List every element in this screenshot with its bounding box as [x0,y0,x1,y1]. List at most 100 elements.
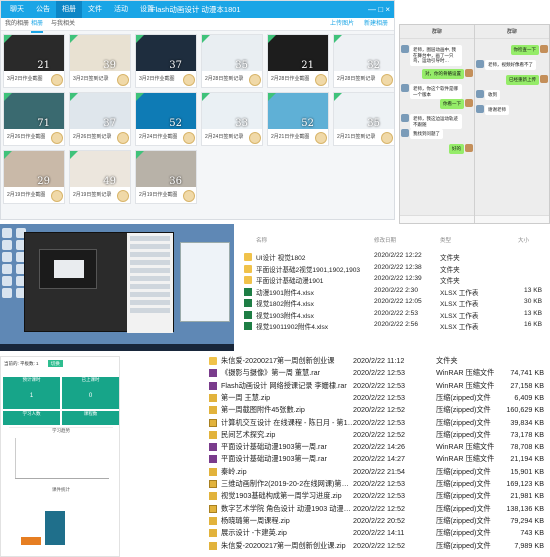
file-name: 视觉1903基础构成第一周学习进度.zip [221,491,342,501]
subtab-related[interactable]: 与我相关 [51,18,75,31]
file-row[interactable]: 杨晓璐第一周课程.zip 2020/2/22 20:52 压缩(zipped)文件 7… [203,516,550,527]
album-photo[interactable]: 39 3月2日签到记录 [69,34,131,88]
photo-caption: 3月2日签到记录 [73,76,109,82]
tab-album[interactable]: 相册 [56,1,82,18]
file-row[interactable]: 朱信爱-20200217第一周创新创业课.zip 2020/2/22 12:52 压… [203,541,550,552]
photo-thumbnail [334,93,394,129]
file-date: 2020/2/22 12:38 [374,263,422,271]
photo-count: 33 [235,118,248,129]
file-row[interactable]: 视觉1903附件4.xlsx 2020/2/22 2:53 XLSX 工作表 13 K… [238,310,550,321]
photo-caption: 2月26日签到记录 [73,134,112,140]
chat-avatar[interactable] [401,84,409,92]
album-photo[interactable]: 21 2月28日作业截图 [267,34,329,88]
desktop-icon[interactable] [2,228,12,238]
desktop-icon[interactable] [2,288,12,298]
chat-avatar[interactable] [401,129,409,137]
album-photo[interactable]: 36 2月19日作业截图 [135,150,197,204]
album-photo[interactable]: 49 2月19日签到记录 [69,150,131,204]
subtab-albums[interactable]: 相册 [31,18,44,33]
album-photo[interactable]: 21 3月2日作业截图 [3,34,65,88]
photo-thumbnail [334,35,394,71]
chat-avatar[interactable] [401,114,409,122]
tab-files[interactable]: 文件 [82,1,108,18]
zip-file-icon [209,492,217,501]
chat-avatar[interactable] [401,45,409,53]
chat-avatar[interactable] [476,105,484,113]
file-size: 39,834 KB [510,417,544,427]
file-row[interactable]: 动漫1901附件4.xlsx 2020/2/22 2:30 XLSX 工作表 13 K… [238,287,550,298]
tab-activity[interactable]: 活动 [108,1,134,18]
zip-file-icon [209,467,217,476]
chat-avatar[interactable] [476,60,484,68]
avatar [381,132,393,144]
col-size[interactable]: 大小 [518,236,529,244]
tab-notice[interactable]: 公告 [30,1,56,18]
col-date[interactable]: 修改日期 [374,236,396,244]
file-row[interactable]: 朱信爱-20200217第一周创新创业课 2020/2/22 11:12 文件夹 [203,356,550,367]
album-photo[interactable]: 35 2月28日签到记录 [201,34,263,88]
file-row[interactable]: 三维动画制作2(2019-20-2在线网课)第… 2020/2/22 12:53 压… [203,479,550,490]
avatar [315,132,327,144]
file-row[interactable]: 平面设计基础2视觉1901,1902,1903 2020/2/22 12:38 文件… [238,264,550,275]
album-photo[interactable]: 52 2月21日作业截图 [267,92,329,146]
file-row[interactable]: 第一周截图附件45张數.zip 2020/2/22 12:52 压缩(zipped)… [203,405,550,416]
file-row[interactable]: 民间艺术探究.zip 2020/2/22 12:52 压缩(zipped)文件 73,… [203,430,550,441]
desktop-icon[interactable] [2,276,12,286]
album-photo[interactable]: 32 2月28日签到记录 [333,34,394,88]
corner-badge [70,151,78,159]
chat-avatar[interactable] [465,99,473,107]
new-album-button[interactable]: 新建相册 [364,18,388,31]
file-name: 展示设计 -卞建英.zip [221,528,287,538]
chat-avatar[interactable] [540,75,548,83]
desktop-icon[interactable] [2,240,12,250]
chat-avatar[interactable] [465,144,473,152]
chat-avatar[interactable] [540,45,548,53]
file-type: XLSX 工作表 [440,312,479,320]
tab-chat[interactable]: 聊天 [4,1,30,18]
window-controls[interactable]: — □ × [368,1,390,18]
corner-badge [70,35,78,43]
photo-caption: 2月21日作业截图 [271,134,310,140]
desktop-icon[interactable] [2,252,12,262]
file-type: 压缩(zipped)文件 [436,540,491,550]
album-photo[interactable]: 29 2月19日作业截图 [3,150,65,204]
file-row[interactable]: 秦岭.zip 2020/2/22 21:54 压缩(zipped)文件 15,901 … [203,467,550,478]
file-row[interactable]: 视觉19011902附件4.xlsx 2020/2/22 2:56 XLSX 工作表… [238,321,550,332]
chat-avatar[interactable] [465,69,473,77]
desktop-icon[interactable] [2,264,12,274]
file-type: WinRAR 压缩文件 [436,454,495,464]
photo-caption: 2月19日签到记录 [73,192,112,198]
col-name[interactable]: 名称 [256,236,267,244]
switch-badge[interactable]: 切换 [47,360,63,367]
file-row[interactable]: 视觉1903基础构成第一周学习进度.zip 2020/2/22 12:53 压缩(z… [203,491,550,502]
album-photo[interactable]: 71 2月26日作业截图 [3,92,65,146]
file-row[interactable]: 计算机交互设计 在线课程 - 陈日月 - 第1… 2020/2/22 12:53 压… [203,418,550,429]
col-type[interactable]: 类型 [440,236,451,244]
file-name: 数字艺术学院 角色设计 动漫1903 动漫… [221,503,351,513]
file-row[interactable]: 第一周 王慧.zip 2020/2/22 12:53 压缩(zipped)文件 6,4… [203,393,550,404]
file-row[interactable]: 视觉1802附件4.xlsx 2020/2/22 12:05 XLSX 工作表 30 … [238,298,550,309]
file-row[interactable]: 平面设计基础动漫1901 2020/2/22 12:39 文件夹 [238,275,550,286]
file-row[interactable]: 平面设计基础动漫1903第一周.rar 2020/2/22 14:27 WinRAR… [203,454,550,465]
taskbar [0,344,234,351]
upload-photo-button[interactable]: 上传图片 [330,18,354,31]
chat-avatar[interactable] [476,90,484,98]
file-row[interactable]: 平面设计基础动漫1903第一周.rar 2020/2/22 14:26 WinRAR… [203,442,550,453]
chat-input-bar[interactable] [400,215,474,223]
photo-count: 32 [367,60,380,71]
album-photo[interactable]: 52 2月24日作业截图 [135,92,197,146]
album-photo[interactable]: 37 2月26日签到记录 [69,92,131,146]
album-photo[interactable]: 37 3月2日作业截图 [135,34,197,88]
album-photo[interactable]: 35 2月21日签到记录 [333,92,394,146]
file-row[interactable]: 《摄影与摄像》第一周 董慧.rar 2020/2/22 12:53 WinRAR 压… [203,368,550,379]
file-row[interactable]: UI设计 视觉1802 2020/2/22 12:22 文件夹 [238,252,550,263]
chat-input-bar[interactable] [475,215,549,223]
file-date: 2020/2/22 12:05 [374,298,422,305]
file-row[interactable]: 数字艺术学院 角色设计 动漫1903 动漫… 2020/2/22 12:52 压缩(… [203,504,550,515]
album-photo[interactable]: 33 2月24日签到记录 [201,92,263,146]
photo-caption: 2月19日作业截图 [139,192,178,198]
file-row[interactable]: 展示设计 -卞建英.zip 2020/2/22 14:11 压缩(zipped)文件… [203,528,550,539]
file-row[interactable]: Flash动画设计 网络授课记录 李姗棣.rar 2020/2/22 12:53 W… [203,381,550,392]
file-date: 2020/2/22 12:53 [353,368,405,378]
subtab-my-albums[interactable]: 我的相册 [5,18,29,31]
